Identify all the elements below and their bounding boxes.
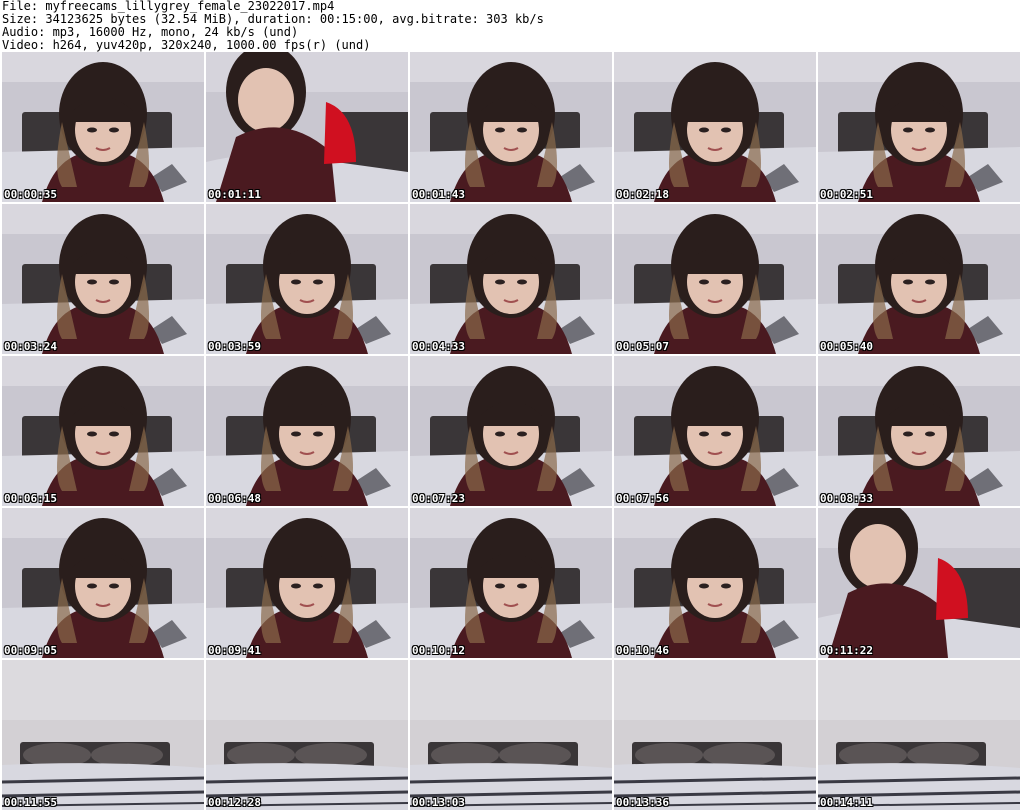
video-thumbnail: 00:01:11	[206, 52, 408, 202]
thumbnail-frame-image	[2, 356, 204, 506]
thumbnail-timestamp: 00:06:48	[208, 492, 261, 505]
video-thumbnail: 00:05:40	[818, 204, 1020, 354]
video-thumbnail: 00:02:51	[818, 52, 1020, 202]
thumbnail-timestamp: 00:07:23	[412, 492, 465, 505]
thumbnail-timestamp: 00:07:56	[616, 492, 669, 505]
video-line: Video: h264, yuv420p, 320x240, 1000.00 f…	[2, 38, 371, 52]
thumbnail-frame-image	[2, 660, 204, 810]
video-thumbnail: 00:02:18	[614, 52, 816, 202]
thumbnail-frame-image	[206, 660, 408, 810]
video-thumbnail: 00:03:59	[206, 204, 408, 354]
thumbnail-frame-image	[818, 508, 1020, 658]
thumbnail-frame-image	[818, 356, 1020, 506]
video-thumbnail: 00:01:43	[410, 52, 612, 202]
thumbnail-frame-image	[818, 660, 1020, 810]
video-thumbnail: 00:03:24	[2, 204, 204, 354]
thumbnail-timestamp: 00:11:22	[820, 644, 873, 657]
thumbnail-frame-image	[206, 204, 408, 354]
thumbnail-timestamp: 00:13:36	[616, 796, 669, 809]
thumbnail-frame-image	[614, 356, 816, 506]
thumbnail-timestamp: 00:04:33	[412, 340, 465, 353]
video-thumbnail: 00:08:33	[818, 356, 1020, 506]
thumbnail-timestamp: 00:08:33	[820, 492, 873, 505]
video-thumbnail: 00:13:03	[410, 660, 612, 810]
thumbnail-timestamp: 00:00:35	[4, 188, 57, 201]
video-thumbnail: 00:10:46	[614, 508, 816, 658]
video-thumbnail: 00:07:56	[614, 356, 816, 506]
file-info-header: File: myfreecams_lillygrey_female_230220…	[2, 0, 1022, 52]
thumbnail-frame-image	[410, 204, 612, 354]
video-thumbnail: 00:12:28	[206, 660, 408, 810]
thumbnail-timestamp: 00:02:51	[820, 188, 873, 201]
video-thumbnail: 00:05:07	[614, 204, 816, 354]
video-thumbnail: 00:11:55	[2, 660, 204, 810]
video-thumbnail: 00:09:05	[2, 508, 204, 658]
thumbnail-frame-image	[206, 356, 408, 506]
thumbnail-timestamp: 00:12:28	[208, 796, 261, 809]
video-thumbnail: 00:00:35	[2, 52, 204, 202]
thumbnail-frame-image	[410, 660, 612, 810]
video-thumbnail: 00:07:23	[410, 356, 612, 506]
thumbnail-timestamp: 00:05:40	[820, 340, 873, 353]
video-thumbnail: 00:06:48	[206, 356, 408, 506]
video-thumbnail: 00:09:41	[206, 508, 408, 658]
thumbnail-frame-image	[410, 356, 612, 506]
thumbnail-frame-image	[614, 508, 816, 658]
thumbnail-timestamp: 00:03:59	[208, 340, 261, 353]
video-thumbnail: 00:04:33	[410, 204, 612, 354]
thumbnail-timestamp: 00:06:15	[4, 492, 57, 505]
thumbnail-frame-image	[614, 52, 816, 202]
thumbnail-timestamp: 00:11:55	[4, 796, 57, 809]
thumbnail-timestamp: 00:01:11	[208, 188, 261, 201]
video-thumbnail: 00:11:22	[818, 508, 1020, 658]
thumbnail-frame-image	[2, 204, 204, 354]
thumbnail-frame-image	[206, 508, 408, 658]
thumbnail-timestamp: 00:14:11	[820, 796, 873, 809]
thumbnail-timestamp: 00:13:03	[412, 796, 465, 809]
thumbnail-timestamp: 00:01:43	[412, 188, 465, 201]
thumbnail-frame-image	[614, 660, 816, 810]
thumbnail-grid: 00:00:35 00:01:11 00:01:43 00:02:18 00:0…	[2, 52, 1020, 810]
thumbnail-frame-image	[818, 204, 1020, 354]
video-thumbnail: 00:10:12	[410, 508, 612, 658]
video-thumbnail: 00:14:11	[818, 660, 1020, 810]
thumbnail-frame-image	[410, 508, 612, 658]
thumbnail-frame-image	[2, 52, 204, 202]
video-thumbnail: 00:13:36	[614, 660, 816, 810]
thumbnail-timestamp: 00:05:07	[616, 340, 669, 353]
thumbnail-frame-image	[614, 204, 816, 354]
thumbnail-timestamp: 00:03:24	[4, 340, 57, 353]
thumbnail-frame-image	[206, 52, 408, 202]
thumbnail-timestamp: 00:02:18	[616, 188, 669, 201]
thumbnail-timestamp: 00:10:46	[616, 644, 669, 657]
thumbnail-frame-image	[410, 52, 612, 202]
thumbnail-frame-image	[818, 52, 1020, 202]
thumbnail-timestamp: 00:10:12	[412, 644, 465, 657]
thumbnail-frame-image	[2, 508, 204, 658]
video-thumbnail: 00:06:15	[2, 356, 204, 506]
thumbnail-timestamp: 00:09:05	[4, 644, 57, 657]
thumbnail-timestamp: 00:09:41	[208, 644, 261, 657]
